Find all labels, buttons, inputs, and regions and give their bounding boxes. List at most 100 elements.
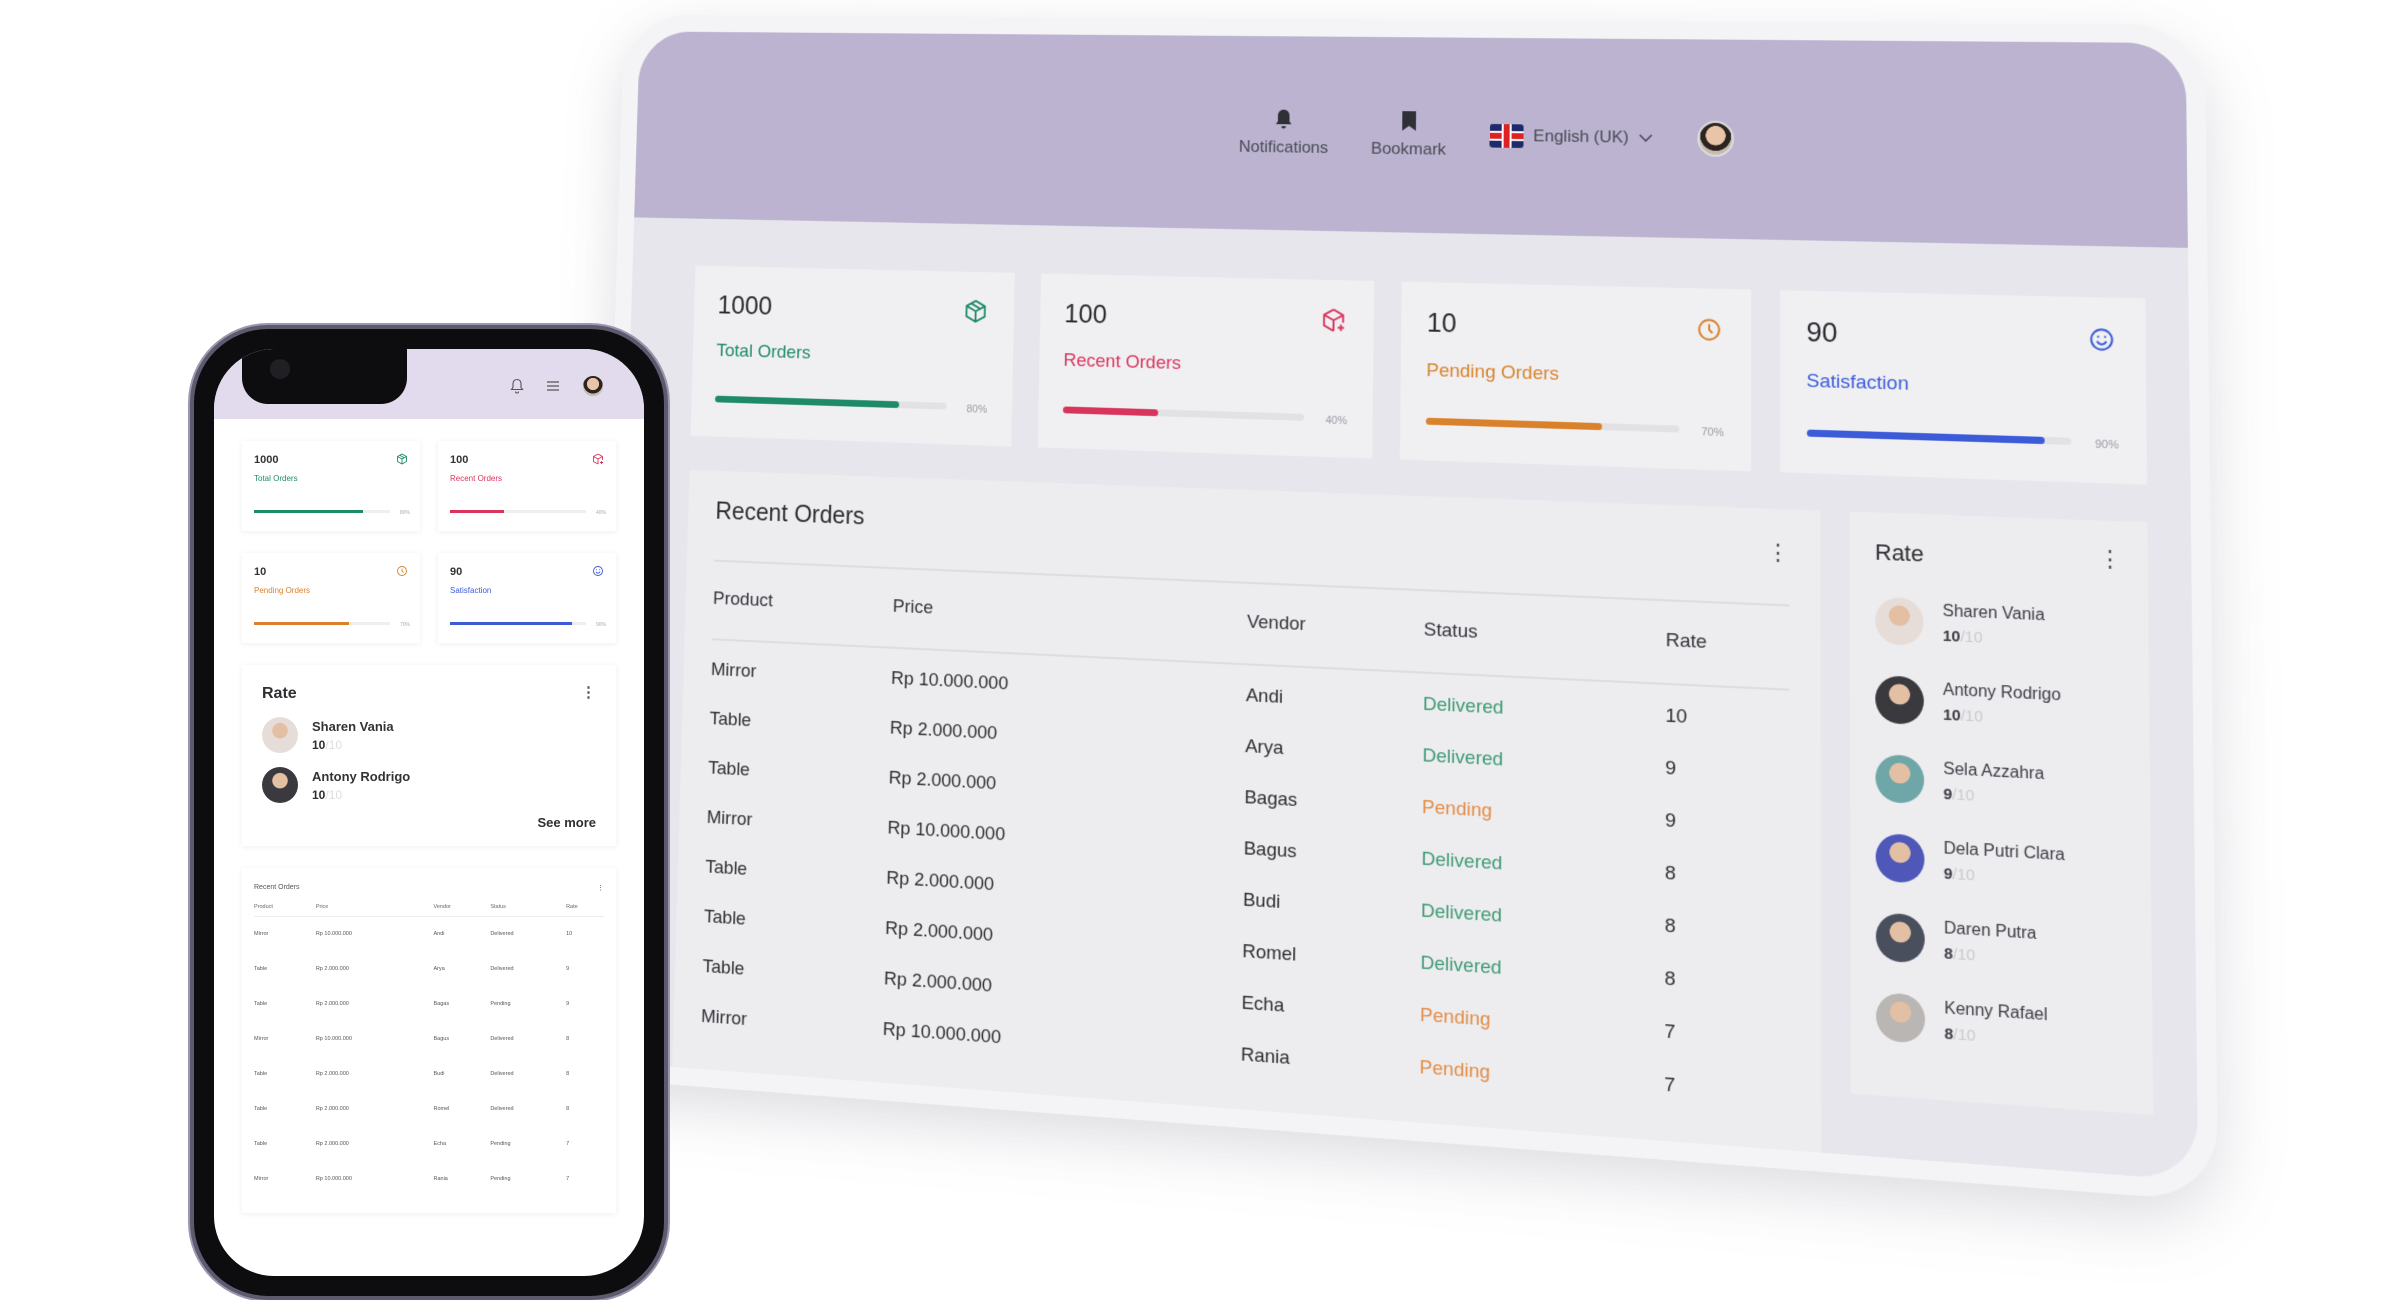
rate-title: Rate [262, 685, 297, 702]
stat-card: 1000 Total Orders 80% [242, 441, 420, 531]
menu-icon[interactable] [546, 380, 560, 392]
package-icon [963, 298, 988, 324]
column-header[interactable]: Product [254, 892, 316, 917]
cell-price: Rp 10.000.000 [315, 931, 352, 937]
cell-rate: 8 [1664, 915, 1676, 938]
progress-fill [254, 510, 363, 513]
bell-icon[interactable] [510, 378, 524, 394]
cell-vendor: Rania [1240, 1044, 1290, 1070]
person-score: 10 [1942, 626, 1961, 646]
score-max: /10 [1960, 627, 1983, 647]
cell-rate: 9 [1665, 757, 1677, 780]
person-name: Sharen Vania [312, 718, 394, 734]
avatar [1875, 912, 1925, 964]
package-icon [397, 453, 407, 465]
see-more-link[interactable]: See more [262, 815, 596, 830]
list-item[interactable]: Daren Putra 8/10 [1875, 912, 2126, 976]
more-options-icon[interactable]: ⋮ [1767, 539, 1790, 565]
score-max: /10 [325, 787, 343, 802]
cell-rate: 8 [566, 1036, 570, 1042]
stat-label: Pending Orders [1426, 360, 1560, 385]
recent-orders-card: Recent Orders ⋮ Product Price Vendor Status… [242, 868, 616, 1213]
cell-vendor: Andi [1245, 685, 1284, 708]
avatar [262, 717, 298, 753]
list-item[interactable]: Antony Rodrigo 10/10 [262, 767, 596, 803]
table-row[interactable]: Mirror Rp 10.000.000 Andi Delivered 10 [254, 917, 604, 953]
list-item[interactable]: Sharen Vania 10/10 [1875, 596, 2123, 655]
main-row: Recent Orders ⋮ Product Price Vendor Status… [670, 469, 2154, 1181]
progress-fill [450, 510, 505, 513]
list-item[interactable]: Dela Putri Clara 9/10 [1875, 832, 2125, 895]
column-header[interactable]: Vendor [1246, 611, 1424, 673]
cell-status: Delivered [490, 1071, 514, 1077]
list-item[interactable]: Antony Rodrigo 10/10 [1875, 675, 2123, 735]
list-item[interactable]: Sela Azzahra 9/10 [1875, 753, 2124, 815]
cell-rate: 7 [1664, 1020, 1676, 1044]
column-header[interactable]: Price [315, 892, 434, 917]
cell-rate: 8 [1664, 968, 1676, 991]
stat-value: 1000 [717, 290, 773, 321]
cell-status: Pending [490, 1001, 511, 1007]
avatar [1875, 753, 1925, 805]
person-name: Daren Putra [1943, 919, 2037, 943]
more-options-icon[interactable]: ⋮ [581, 685, 596, 703]
rate-title: Rate [1874, 539, 1924, 567]
table-row[interactable]: Table Rp 2.000.000 Bagas Pending 9 [254, 987, 604, 1022]
score-max: /10 [1952, 864, 1975, 885]
cell-price: Rp 2.000.000 [315, 966, 349, 972]
language-selector[interactable]: English (UK) [1489, 123, 1654, 150]
more-options-icon[interactable]: ⋮ [2098, 545, 2122, 575]
progress-percent: 70% [399, 622, 410, 628]
cell-rate: 7 [566, 1176, 570, 1182]
chevron-down-icon [1639, 133, 1653, 142]
column-header[interactable]: Rate [1665, 629, 1790, 690]
stat-card: 1000 Total Orders 80% [690, 265, 1015, 447]
cell-product: Table [254, 1106, 268, 1112]
progress-percent: 40% [595, 510, 606, 516]
user-avatar[interactable] [1697, 120, 1735, 157]
avatar [1875, 832, 1925, 884]
bookmark-icon [1401, 111, 1416, 131]
progress-percent: 90% [2094, 438, 2119, 452]
top-header: Notifications Bookmark English (UK) [634, 31, 2188, 248]
person-name: Sharen Vania [1942, 602, 2045, 624]
progress-percent: 40% [1325, 414, 1348, 428]
table-row[interactable]: Table Rp 2.000.000 Arya Delivered 9 [254, 952, 604, 987]
column-header[interactable]: Product [711, 588, 894, 648]
cell-vendor: Andi [433, 931, 445, 937]
stat-card: 90 Satisfaction 90% [438, 553, 616, 643]
cell-product: Mirror [254, 1036, 269, 1042]
column-header[interactable]: Vendor [433, 892, 491, 917]
table-row[interactable]: Table Rp 2.000.000 Echa Pending 7 [254, 1127, 604, 1162]
score-max: /10 [1952, 944, 1976, 965]
table-row[interactable]: Table Rp 2.000.000 Romel Delivered 8 [254, 1092, 604, 1127]
stat-label: Total Orders [254, 474, 298, 483]
table-row[interactable]: Table Rp 2.000.000 Budi Delivered 8 [254, 1057, 604, 1092]
stat-label: Satisfaction [450, 586, 492, 595]
column-header[interactable]: Rate [566, 892, 604, 917]
list-item[interactable]: Sharen Vania 10/10 [262, 717, 596, 753]
language-label: English (UK) [1533, 126, 1629, 147]
progress-bar [254, 622, 390, 625]
user-avatar[interactable] [582, 375, 604, 397]
table-row[interactable]: Mirror Rp 10.000.000 Bagus Delivered 8 [254, 1022, 604, 1057]
cell-vendor: Echa [433, 1141, 447, 1147]
cell-rate: 9 [566, 1001, 570, 1007]
table-row[interactable]: Mirror Rp 10.000.000 Rania Pending 7 [254, 1162, 604, 1197]
cell-rate: 10 [1665, 705, 1688, 728]
cell-vendor: Bagus [433, 1036, 450, 1042]
phone-screen: 1000 Total Orders 80% 100 Recent Orders … [214, 349, 644, 1276]
more-options-icon[interactable]: ⋮ [597, 884, 604, 892]
person-name: Dela Putri Clara [1943, 839, 2065, 864]
tablet-frame: Notifications Bookmark English (UK) 1000… [591, 14, 2219, 1202]
notifications-button[interactable]: Notifications [1239, 108, 1329, 158]
bookmark-button[interactable]: Bookmark [1371, 110, 1447, 160]
uk-flag-icon [1489, 123, 1524, 149]
stat-card: 10 Pending Orders 70% [1399, 281, 1751, 472]
rate-card: Rate ⋮ Sharen Vania 10/10 Antony Rodrigo… [242, 665, 616, 846]
package-add-icon [593, 453, 603, 465]
column-header[interactable]: Status [490, 892, 567, 917]
list-item[interactable]: Kenny Rafael 8/10 [1876, 992, 2126, 1057]
cell-product: Mirror [254, 931, 269, 937]
phone-body: 1000 Total Orders 80% 100 Recent Orders … [214, 419, 644, 1235]
